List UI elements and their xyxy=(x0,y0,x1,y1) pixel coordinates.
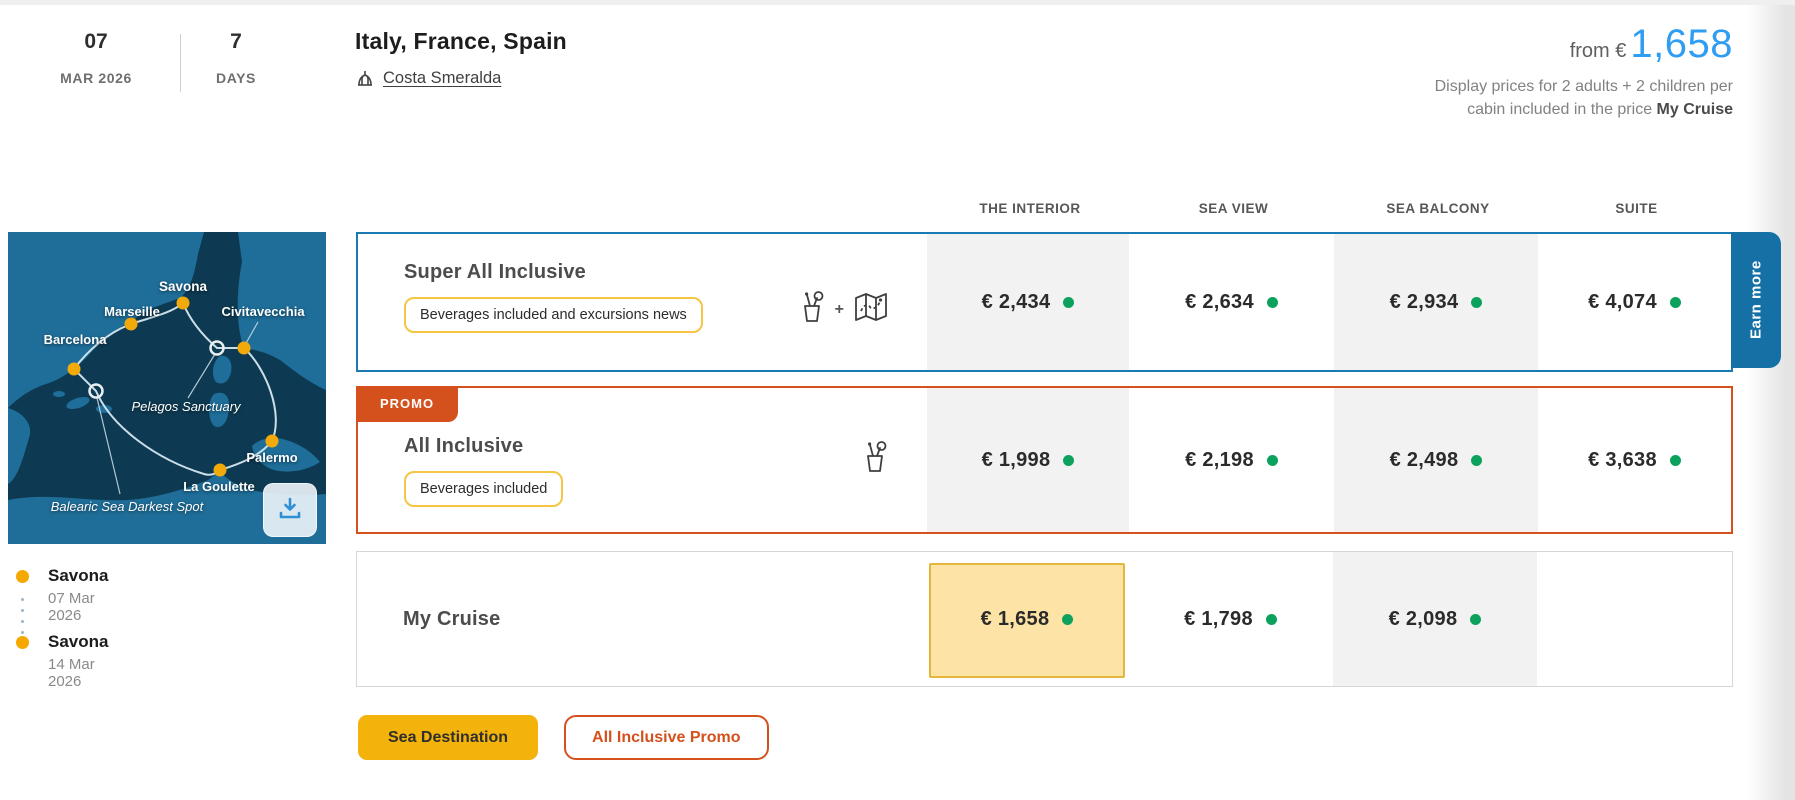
departure-day: 07 xyxy=(48,30,144,54)
cruise-duration: 7 DAYS xyxy=(196,30,276,86)
availability-dot xyxy=(1471,455,1482,466)
map-port-label-savona: Savona xyxy=(159,279,207,294)
map-port-label-marseille: Marseille xyxy=(104,304,160,319)
price-cell-suite-empty xyxy=(1537,552,1730,686)
map-spot-label-pelagos: Pelagos Sanctuary xyxy=(131,399,240,414)
drink-icon xyxy=(861,440,889,479)
ship-row: Costa Smeralda xyxy=(355,68,567,88)
top-divider xyxy=(0,0,1795,5)
availability-dot xyxy=(1266,614,1277,625)
availability-dot xyxy=(1470,614,1481,625)
package-info: Super All Inclusive Beverages included a… xyxy=(358,234,927,370)
availability-dot xyxy=(1471,297,1482,308)
download-icon xyxy=(276,494,304,527)
price-cell-sea-balcony[interactable]: € 2,498 xyxy=(1334,388,1538,532)
itinerary-header: Italy, France, Spain Costa Smeralda xyxy=(355,28,567,88)
package-row-all-inclusive: PROMO All Inclusive Beverages included €… xyxy=(356,386,1733,534)
map-port-label-palermo: Palermo xyxy=(246,450,297,465)
all-inclusive-promo-button[interactable]: All Inclusive Promo xyxy=(564,715,768,760)
ship-icon xyxy=(355,68,375,88)
package-row-super-all-inclusive: Super All Inclusive Beverages included a… xyxy=(356,232,1733,372)
price-cell-sea-balcony[interactable]: € 2,098 xyxy=(1333,552,1537,686)
package-name: Super All Inclusive xyxy=(404,261,927,284)
price-note-plan: My Cruise xyxy=(1657,101,1733,118)
price-cell-suite[interactable]: € 3,638 xyxy=(1538,388,1731,532)
availability-dot xyxy=(1267,297,1278,308)
package-info: My Cruise xyxy=(357,552,926,686)
column-header-sea-balcony: SEA BALCONY xyxy=(1336,201,1540,216)
route-map: Savona Marseille Civitavecchia Barcelona… xyxy=(8,232,326,544)
map-icon xyxy=(853,291,889,328)
cruise-result-card: 07 MAR 2026 7 DAYS Italy, France, Spain … xyxy=(0,0,1795,800)
availability-dot xyxy=(1063,297,1074,308)
availability-dot xyxy=(1670,297,1681,308)
from-price: 1,658 xyxy=(1630,22,1733,67)
map-download-button[interactable] xyxy=(263,483,317,537)
ship-name-link[interactable]: Costa Smeralda xyxy=(383,69,501,88)
itinerary-item: Savona 14 Mar 2026 xyxy=(16,632,108,690)
price-cell-sea-view[interactable]: € 1,798 xyxy=(1128,552,1333,686)
price-cell-sea-view[interactable]: € 2,198 xyxy=(1129,388,1334,532)
price-cell-interior[interactable]: € 1,998 xyxy=(927,388,1129,532)
itinerary-date: 07 Mar 2026 xyxy=(48,590,108,624)
package-benefit-badge: Beverages included xyxy=(404,471,563,507)
price-cell-interior[interactable]: € 2,434 xyxy=(927,234,1129,370)
package-row-my-cruise: My Cruise € 1,658 € 1,798 € 2,098 xyxy=(356,551,1733,687)
port-dot-icon xyxy=(16,636,29,649)
header-divider xyxy=(180,34,181,92)
itinerary-item: Savona 07 Mar 2026 xyxy=(16,566,108,624)
itinerary-connector xyxy=(21,598,24,634)
package-icons: + xyxy=(798,290,889,329)
page-edge-fade xyxy=(1747,5,1795,800)
column-header-suite: SUITE xyxy=(1540,201,1733,216)
price-cell-sea-view[interactable]: € 2,634 xyxy=(1129,234,1334,370)
duration-value: 7 xyxy=(196,30,276,54)
map-port-label-barcelona: Barcelona xyxy=(44,332,107,347)
availability-dot xyxy=(1063,455,1074,466)
map-port-label-la-goulette: La Goulette xyxy=(183,479,255,494)
itinerary-port: Savona xyxy=(48,566,108,586)
itinerary-port: Savona xyxy=(48,632,108,652)
tag-buttons: Sea Destination All Inclusive Promo xyxy=(358,715,769,760)
package-name: All Inclusive xyxy=(404,435,927,458)
port-dot-icon xyxy=(16,570,29,583)
sea-destination-button[interactable]: Sea Destination xyxy=(358,715,538,760)
map-spot-label-balearic: Balearic Sea Darkest Spot xyxy=(51,499,203,514)
from-label: from € xyxy=(1570,40,1627,63)
map-port-label-civitavecchia: Civitavecchia xyxy=(221,304,304,319)
itinerary-date: 14 Mar 2026 xyxy=(48,656,108,690)
earn-more-tab[interactable]: Earn more xyxy=(1731,232,1781,368)
cabin-column-headers: THE INTERIOR SEA VIEW SEA BALCONY SUITE xyxy=(929,201,1733,216)
column-header-interior: THE INTERIOR xyxy=(929,201,1131,216)
drink-icon xyxy=(798,290,826,329)
page-title: Italy, France, Spain xyxy=(355,28,567,55)
price-cell-interior-selected[interactable]: € 1,658 xyxy=(926,552,1128,686)
package-icons xyxy=(861,440,889,479)
package-name: My Cruise xyxy=(403,608,500,631)
departure-month-year: MAR 2026 xyxy=(48,70,144,86)
price-note: Display prices for 2 adults + 2 children… xyxy=(1403,75,1733,121)
departure-date: 07 MAR 2026 xyxy=(48,30,144,86)
availability-dot xyxy=(1062,614,1073,625)
price-summary: from €1,658 Display prices for 2 adults … xyxy=(1403,22,1733,121)
availability-dot xyxy=(1267,455,1278,466)
duration-label: DAYS xyxy=(196,70,276,86)
column-header-sea-view: SEA VIEW xyxy=(1131,201,1336,216)
plus-separator: + xyxy=(835,301,844,319)
price-cell-suite[interactable]: € 4,074 xyxy=(1538,234,1731,370)
package-info: All Inclusive Beverages included xyxy=(358,388,927,532)
price-cell-sea-balcony[interactable]: € 2,934 xyxy=(1334,234,1538,370)
package-benefit-badge: Beverages included and excursions news xyxy=(404,297,703,333)
availability-dot xyxy=(1670,455,1681,466)
